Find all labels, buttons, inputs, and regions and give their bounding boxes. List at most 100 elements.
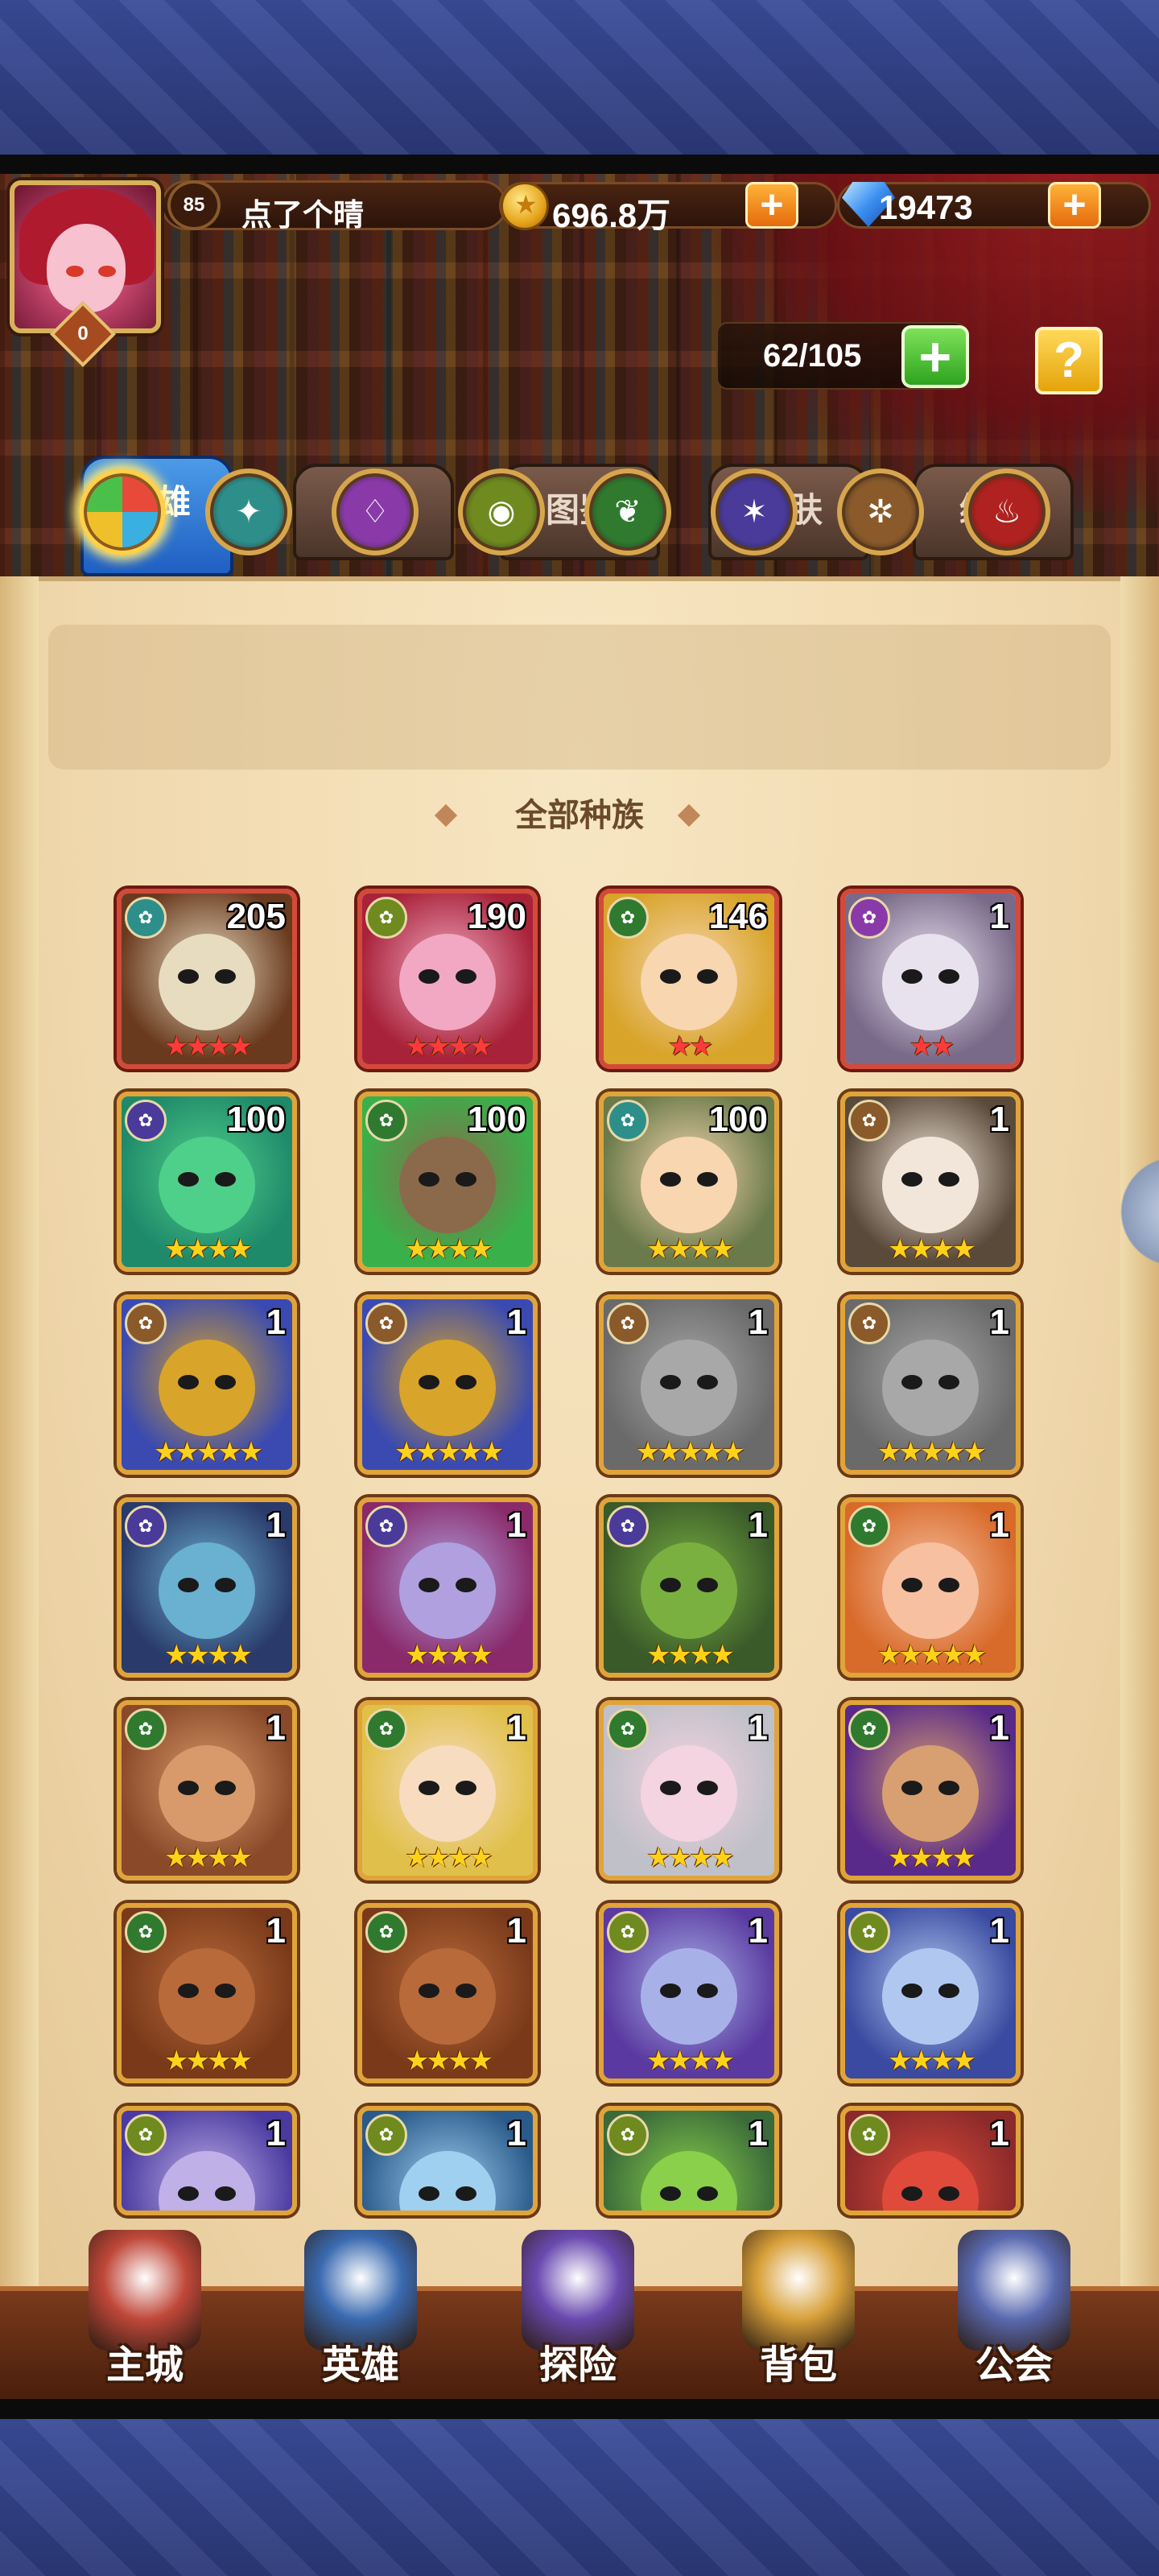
nav-guild[interactable]: 公会 xyxy=(926,2230,1103,2399)
hero-level: 1 xyxy=(989,1505,1009,1545)
hero-face xyxy=(399,1948,496,2045)
hero-level: 1 xyxy=(506,1505,526,1545)
expand-capacity-button[interactable]: + xyxy=(901,325,969,388)
faction-bronze-filter[interactable]: ✲ xyxy=(837,469,924,555)
hero-card[interactable]: ✿ 100 ★★★★ xyxy=(117,1092,297,1272)
hero-level: 1 xyxy=(506,1302,526,1342)
hero-card[interactable]: ✿ 1 ★★★★ xyxy=(357,1700,538,1880)
hero-face xyxy=(159,1542,255,1639)
hero-level: 1 xyxy=(989,2114,1009,2153)
hero-level: 1 xyxy=(748,2114,768,2153)
hero-race-icon: ✿ xyxy=(848,1911,890,1953)
hero-card[interactable]: ✿ 205 ★★★★ xyxy=(117,889,297,1069)
hero-card[interactable]: ✿ 1 xyxy=(117,2106,297,2215)
hero-star-rating: ★★★★ xyxy=(646,1843,735,1873)
hero-star-rating: ★★★★ xyxy=(888,1843,976,1873)
nav-backpack[interactable]: 背包 xyxy=(710,2230,887,2399)
hero-level: 1 xyxy=(989,897,1009,936)
faction-crimson-filter[interactable]: ♨ xyxy=(963,469,1050,555)
hero-card[interactable]: ✿ 1 ★★★★★ xyxy=(117,1294,297,1475)
hero-star-rating: ★★★★ xyxy=(888,2046,976,2076)
avatar-badge-value: 0 xyxy=(77,323,89,345)
hero-star-rating: ★★ xyxy=(667,1031,714,1062)
hero-card[interactable]: ✿ 1 ★★★★ xyxy=(357,1497,538,1678)
hero-star-rating: ★★★★ xyxy=(164,1640,253,1670)
hero-card[interactable]: ✿ 1 ★★★★ xyxy=(599,1497,779,1678)
faction-filter-strip xyxy=(48,625,1111,770)
hero-star-rating: ★★★★ xyxy=(405,1031,493,1062)
hero-level: 205 xyxy=(226,897,286,936)
hero-card[interactable]: ✿ 1 ★★★★ xyxy=(117,1497,297,1678)
hero-card[interactable]: ✿ 1 ★★★★★ xyxy=(599,1294,779,1475)
hero-level: 1 xyxy=(506,1708,526,1748)
hero-card[interactable]: ✿ 1 ★★★★★ xyxy=(357,1294,538,1475)
hero-race-icon: ✿ xyxy=(607,1302,649,1344)
faction-cyan-filter[interactable]: ✦ xyxy=(205,469,292,555)
hero-card[interactable]: ✿ 190 ★★★★ xyxy=(357,889,538,1069)
hero-face xyxy=(641,1542,737,1639)
hero-race-icon: ✿ xyxy=(607,1100,649,1141)
hero-face xyxy=(159,1340,255,1436)
hero-card[interactable]: ✿ 1 xyxy=(357,2106,538,2215)
add-gold-button[interactable]: + xyxy=(745,182,798,229)
hero-star-rating: ★★★★ xyxy=(164,2046,253,2076)
hero-face xyxy=(641,1745,737,1842)
nav-hero[interactable]: 英雄 xyxy=(272,2230,449,2399)
nav-label: 主城 xyxy=(105,2344,184,2387)
gold-coin-icon xyxy=(501,182,549,230)
hero-card[interactable]: ✿ 1 ★★★★ xyxy=(840,1700,1021,1880)
hero-star-rating: ★★★★ xyxy=(646,1234,735,1265)
hero-card[interactable]: ✿ 1 ★★★★ xyxy=(840,1903,1021,2083)
hero-face xyxy=(159,1137,255,1233)
hero-card[interactable]: ✿ 1 ★★★★ xyxy=(117,1700,297,1880)
hero-level: 100 xyxy=(467,1100,526,1139)
hero-star-rating: ★★★★★ xyxy=(876,1437,987,1468)
faction-indigo-filter[interactable]: ✶ xyxy=(711,469,798,555)
nav-label: 公会 xyxy=(975,2344,1053,2387)
hero-level: 1 xyxy=(989,1708,1009,1748)
hero-card[interactable]: ✿ 1 ★★★★ xyxy=(117,1903,297,2083)
background-bottom-band xyxy=(0,2419,1159,2576)
hero-level: 1 xyxy=(989,1911,1009,1951)
side-drawer-handle[interactable] xyxy=(1111,1151,1159,1272)
hero-star-rating: ★★★★★ xyxy=(876,1640,987,1670)
nav-portal[interactable]: 探险 xyxy=(489,2230,666,2399)
hero-level: 190 xyxy=(467,897,526,936)
hero-card[interactable]: ✿ 1 ★★★★★ xyxy=(840,1294,1021,1475)
hero-card[interactable]: ✿ 1 xyxy=(840,2106,1021,2215)
hero-face xyxy=(159,1745,255,1842)
hero-card[interactable]: ✿ 100 ★★★★ xyxy=(599,1092,779,1272)
hero-card[interactable]: ✿ 1 ★★★★ xyxy=(599,1700,779,1880)
faction-olive-filter[interactable]: ◉ xyxy=(458,469,545,555)
add-gems-button[interactable]: + xyxy=(1048,182,1101,229)
hero-star-rating: ★★★★ xyxy=(405,1843,493,1873)
all-factions-filter[interactable] xyxy=(79,469,166,555)
hero-race-icon: ✿ xyxy=(607,1911,649,1953)
hero-level: 1 xyxy=(989,1302,1009,1342)
nav-castle[interactable]: 主城 xyxy=(56,2230,233,2399)
hero-face xyxy=(882,1542,979,1639)
hero-level: 1 xyxy=(989,1100,1009,1139)
hero-card[interactable]: ✿ 146 ★★ xyxy=(599,889,779,1069)
hero-card[interactable]: ✿ 1 ★★★★ xyxy=(840,1092,1021,1272)
hero-card[interactable]: ✿ 1 ★★★★ xyxy=(599,1903,779,2083)
hero-card[interactable]: ✿ 1 ★★★★★ xyxy=(840,1497,1021,1678)
hero-face xyxy=(641,1137,737,1233)
faction-purple-filter[interactable]: ♢ xyxy=(332,469,419,555)
hero-card[interactable]: ✿ 100 ★★★★ xyxy=(357,1092,538,1272)
hero-race-icon: ✿ xyxy=(848,1708,890,1750)
hero-face xyxy=(882,1137,979,1233)
help-button[interactable]: ? xyxy=(1035,327,1103,394)
player-level: 85 xyxy=(167,180,221,230)
faction-green-filter[interactable]: ❦ xyxy=(584,469,671,555)
hero-level: 1 xyxy=(748,1911,768,1951)
player-name: 点了个晴 xyxy=(241,199,365,233)
nav-label: 探险 xyxy=(538,2344,617,2387)
hero-card[interactable]: ✿ 1 xyxy=(599,2106,779,2215)
hero-card[interactable]: ✿ 1 ★★ xyxy=(840,889,1021,1069)
hero-star-rating: ★★★★ xyxy=(164,1843,253,1873)
hero-card[interactable]: ✿ 1 ★★★★ xyxy=(357,1903,538,2083)
hero-race-icon: ✿ xyxy=(125,2114,167,2156)
hero-race-icon: ✿ xyxy=(607,1505,649,1547)
hero-star-rating: ★★ xyxy=(909,1031,955,1062)
